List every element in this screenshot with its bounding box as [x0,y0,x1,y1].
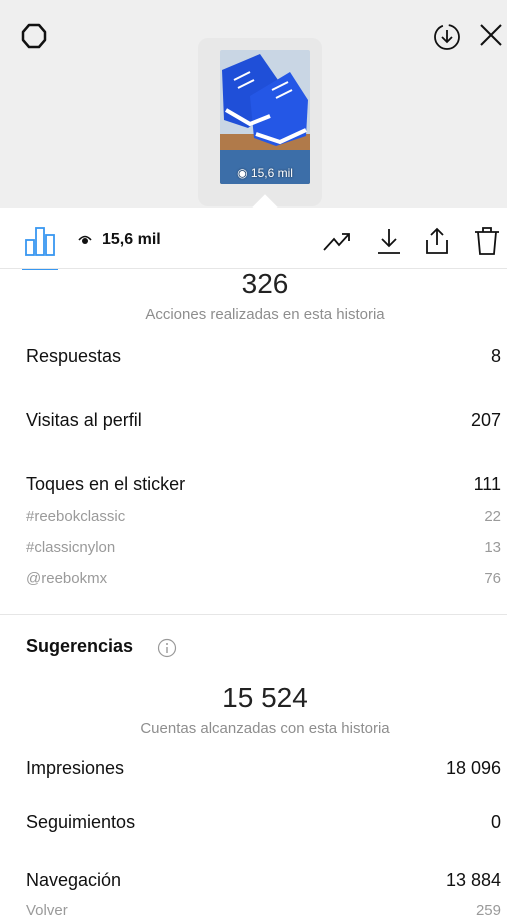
sticker-breakdown-row: #reebokclassic 22 [26,508,501,525]
insights-toolbar: 15,6 mil [0,212,507,270]
reach-total: 15 524 [222,682,308,713]
metric-value: 8 [490,346,501,366]
metric-row-profile-visits: Visitas al perfil 207 [26,410,501,431]
sticker-label: #classicnylon [26,539,116,556]
metric-value: 18 096 [445,758,501,778]
thumbnail-view-count: ◉ 15,6 mil [237,166,293,180]
gear-icon[interactable] [20,22,48,50]
metric-value: 0 [490,812,501,832]
eye-icon: ◉ [237,166,248,180]
sticker-label: @reebokmx [26,570,108,587]
section-divider [0,614,507,615]
metric-value: 13 884 [445,870,501,890]
section-title: Sugerencias [26,636,134,656]
share-icon[interactable] [422,226,452,256]
view-count: 15,6 mil [102,231,161,248]
sticker-value: 22 [484,508,501,525]
promote-trend-icon[interactable] [322,226,352,256]
story-thumbnail[interactable]: ◉ 15,6 mil [220,50,310,184]
metric-row-follows: Seguimientos 0 [26,812,501,833]
metric-row-navigation: Navegación 13 884 [26,870,501,891]
metric-value: 111 [473,474,501,494]
navigation-breakdown-row: Volver 259 [26,902,501,919]
metric-label: Respuestas [26,346,122,366]
story-preview-header: ◉ 15,6 mil [0,0,507,220]
reach-caption: Cuentas alcanzadas con esta historia [140,720,390,737]
download-circle-icon[interactable] [432,22,462,52]
metric-label: Impresiones [26,758,125,778]
metric-label: Seguimientos [26,812,136,832]
sticker-breakdown-row: @reebokmx 76 [26,570,501,587]
sticker-breakdown-row: #classicnylon 13 [26,539,501,556]
actions-caption: Acciones realizadas en esta historia [145,306,385,323]
metric-row-replies: Respuestas 8 [26,346,501,367]
info-icon[interactable] [157,638,177,658]
navigation-label: Volver [26,902,68,919]
delete-icon[interactable] [472,226,502,256]
close-icon[interactable] [478,22,504,48]
metric-label: Navegación [26,870,122,890]
insights-icon[interactable] [24,226,56,256]
metric-label: Toques en el sticker [26,474,186,494]
metric-value: 207 [470,410,501,430]
eye-icon [78,235,92,244]
sticker-label: #reebokclassic [26,508,126,525]
actions-total: 326 [241,268,289,299]
sticker-value: 76 [484,570,501,587]
navigation-value: 259 [475,902,501,919]
sneaker-photo [220,50,310,184]
download-icon[interactable] [374,226,404,256]
metric-label: Visitas al perfil [26,410,142,430]
sticker-value: 13 [484,539,501,556]
metric-row-impressions: Impresiones 18 096 [26,758,501,779]
metric-row-sticker-taps: Toques en el sticker 111 [26,474,501,495]
